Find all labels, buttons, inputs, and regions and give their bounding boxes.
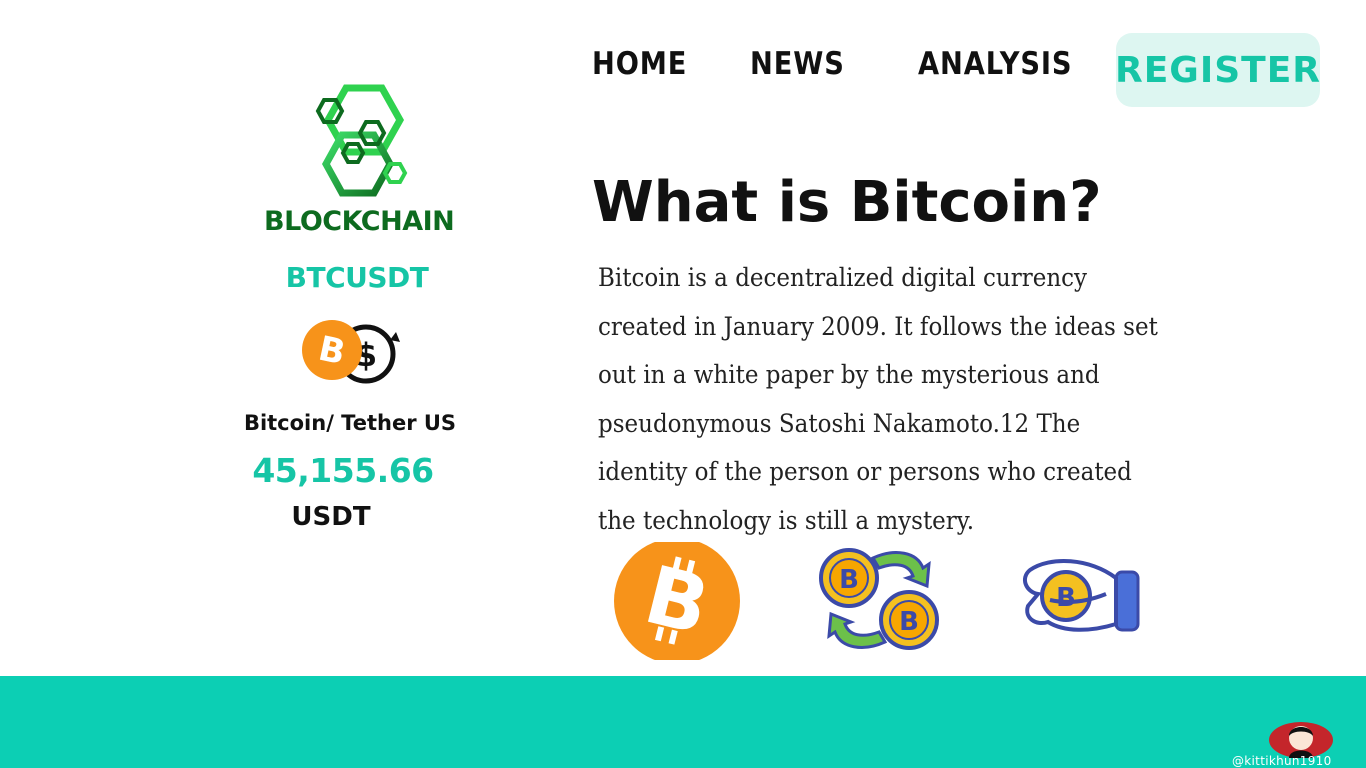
footer-bar <box>0 676 1366 768</box>
logo-text: BLOCKCHAIN <box>264 206 455 237</box>
price-unit: USDT <box>291 502 371 532</box>
bitcoin-icon: B <box>614 542 740 660</box>
avatar <box>1269 722 1333 758</box>
register-button[interactable]: REGISTER <box>1115 33 1320 107</box>
nav-news[interactable]: NEWS <box>750 46 845 82</box>
pair-name: Bitcoin/ Tether US <box>243 411 457 435</box>
svg-text:B: B <box>899 607 919 637</box>
svg-text:B: B <box>1056 583 1076 613</box>
article-body: Bitcoin is a decentralized digital curre… <box>598 263 1158 535</box>
nav-home[interactable]: HOME <box>592 46 687 82</box>
ticker-symbol: BTCUSDT <box>285 261 429 294</box>
hand-holding-bitcoin-icon: B <box>1022 559 1140 632</box>
nav-analysis[interactable]: ANALYSIS <box>918 46 1072 82</box>
page-title: What is Bitcoin? <box>592 170 1102 235</box>
svg-text:B: B <box>839 565 859 595</box>
bitcoin-dollar-exchange-icon: $ B <box>302 320 400 384</box>
price-value: 45,155.66 <box>252 451 434 490</box>
author-handle: @kittikhun1910 <box>1232 754 1332 768</box>
bitcoin-exchange-icon: B B <box>819 548 939 650</box>
